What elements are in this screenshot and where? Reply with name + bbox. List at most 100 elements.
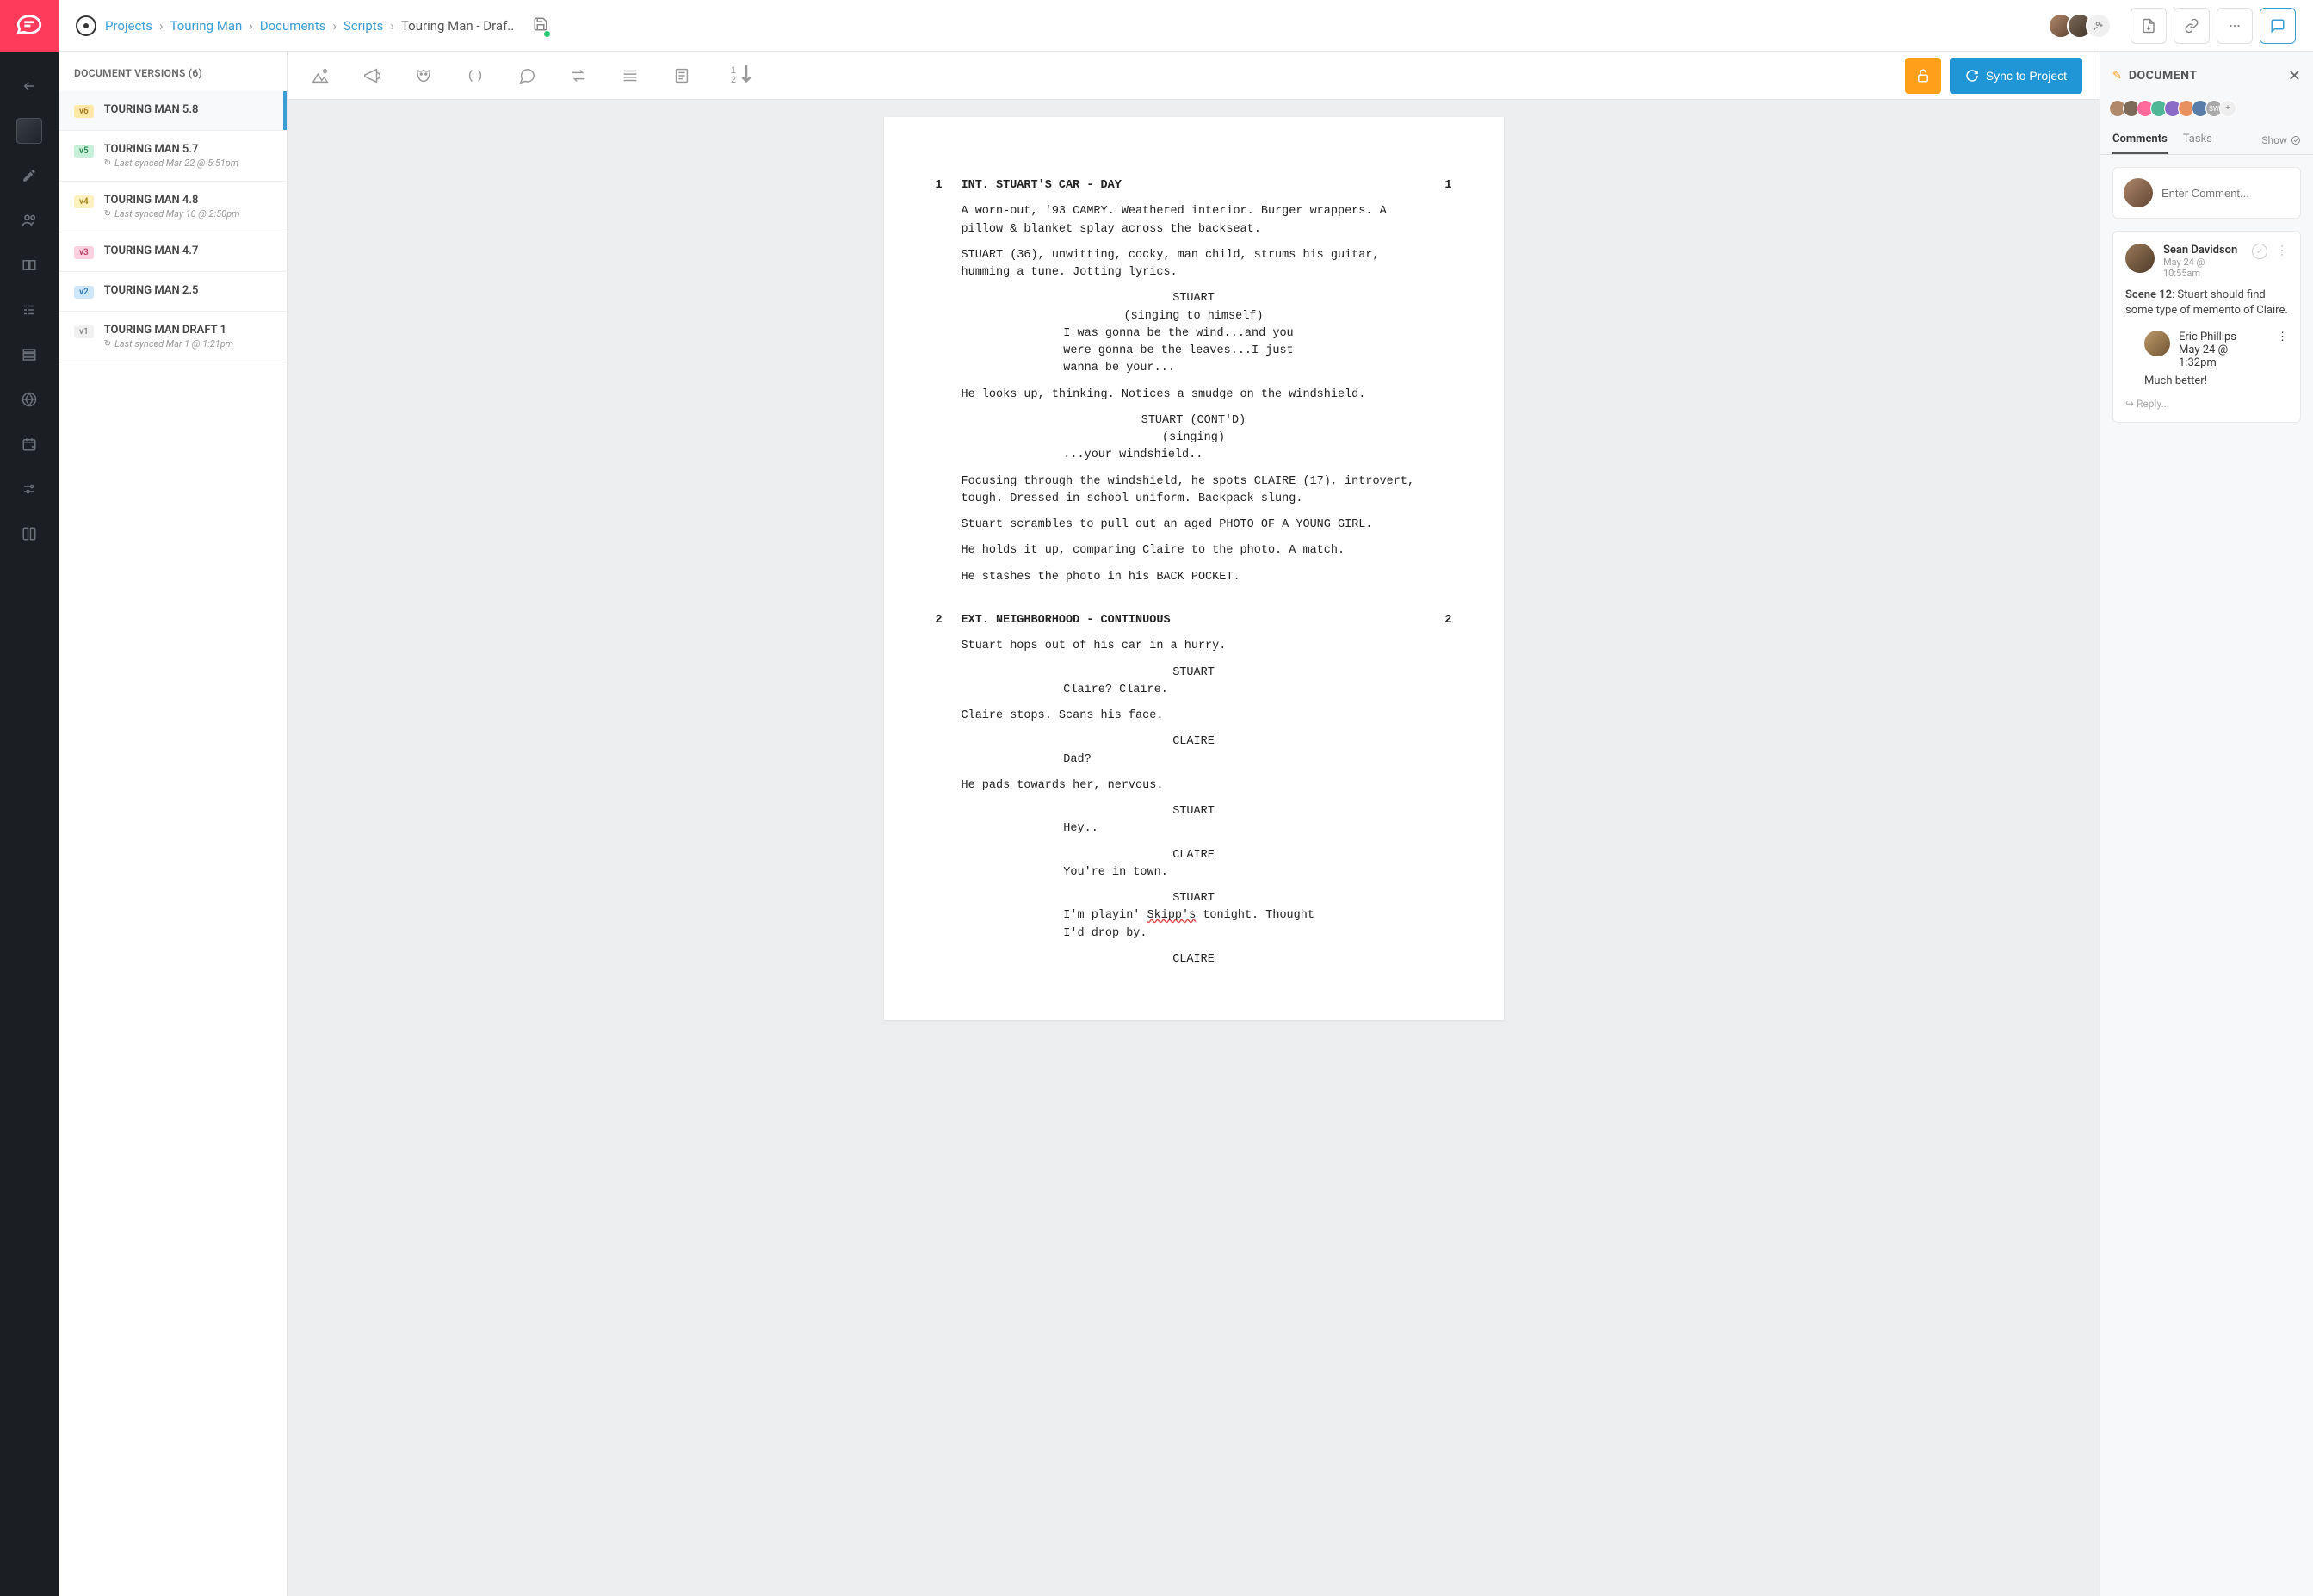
character-cue[interactable]: CLAIRE xyxy=(1054,847,1333,864)
action-text[interactable]: He holds it up, comparing Claire to the … xyxy=(962,542,1426,560)
breadcrumb-link[interactable]: Projects xyxy=(105,18,152,34)
lock-button[interactable] xyxy=(1905,58,1941,94)
scene-heading[interactable]: EXT. NEIGHBORHOOD - CONTINUOUS xyxy=(962,612,1426,629)
action-text[interactable]: Stuart hops out of his car in a hurry. xyxy=(962,638,1426,655)
export-button[interactable] xyxy=(2131,8,2167,44)
character-cue[interactable]: STUART xyxy=(1054,290,1333,307)
version-sync-info: Last synced May 10 @ 2:50pm xyxy=(104,208,271,220)
dialogue[interactable]: I was gonna be the wind...and you were g… xyxy=(1063,325,1323,378)
version-item[interactable]: v6 TOURING MAN 5.8 xyxy=(59,91,287,131)
collaborator-strip: SW+ xyxy=(2100,100,2313,126)
rail-project-thumb[interactable] xyxy=(12,114,46,148)
tool-scene-image-icon[interactable] xyxy=(305,60,336,91)
tab-tasks[interactable]: Tasks xyxy=(2183,126,2212,154)
comment-body: Scene 12: Stuart should find some type o… xyxy=(2125,288,2288,319)
tool-announce-icon[interactable] xyxy=(356,60,387,91)
version-title: TOURING MAN 2.5 xyxy=(104,284,271,297)
comment-menu-icon[interactable]: ⋮ xyxy=(2276,244,2288,257)
character-cue[interactable]: STUART xyxy=(1054,803,1333,820)
version-badge: v2 xyxy=(74,286,94,299)
dialogue[interactable]: I'm playin' Skipp's tonight. Thought I'd… xyxy=(1063,907,1323,943)
action-text[interactable]: Stuart scrambles to pull out an aged PHO… xyxy=(962,517,1426,534)
rail-sliders-icon[interactable] xyxy=(12,472,46,506)
close-icon[interactable]: ✕ xyxy=(2288,67,2301,85)
rail-list-icon[interactable] xyxy=(12,293,46,327)
rail-rows-icon[interactable] xyxy=(12,337,46,372)
parenthetical[interactable]: (singing to himself) xyxy=(1078,308,1310,325)
tool-dialogue-icon[interactable] xyxy=(511,60,542,91)
version-title: TOURING MAN 4.7 xyxy=(104,244,271,257)
script-page[interactable]: 1 INT. STUART'S CAR - DAY 1A worn-out, '… xyxy=(884,117,1504,1020)
reply-menu-icon[interactable]: ⋮ xyxy=(2277,331,2288,343)
version-item[interactable]: v3 TOURING MAN 4.7 xyxy=(59,232,287,272)
dialogue[interactable]: Claire? Claire. xyxy=(1063,682,1323,699)
avatar xyxy=(2144,331,2170,356)
version-item[interactable]: v2 TOURING MAN 2.5 xyxy=(59,272,287,312)
version-title: TOURING MAN 4.8 xyxy=(104,194,271,207)
rail-edit-icon[interactable] xyxy=(12,158,46,193)
scene-number: 2 xyxy=(936,612,962,629)
link-button[interactable] xyxy=(2174,8,2210,44)
rail-back-icon[interactable] xyxy=(12,69,46,103)
version-badge: v1 xyxy=(74,325,94,338)
tool-scene-numbers-icon[interactable]: 12 xyxy=(718,60,749,91)
reply-body: Much better! xyxy=(2144,374,2288,387)
rail-team-icon[interactable] xyxy=(12,203,46,238)
action-text[interactable]: Focusing through the windshield, he spot… xyxy=(962,473,1426,509)
dialogue[interactable]: Dad? xyxy=(1063,752,1323,769)
rail-calendar-icon[interactable] xyxy=(12,427,46,461)
version-item[interactable]: v4 TOURING MAN 4.8 Last synced May 10 @ … xyxy=(59,182,287,232)
version-badge: v6 xyxy=(74,105,94,118)
action-text[interactable]: A worn-out, '93 CAMRY. Weathered interio… xyxy=(962,203,1426,238)
dialogue[interactable]: ...your windshield.. xyxy=(1063,447,1323,464)
add-collaborator-icon[interactable]: + xyxy=(2219,100,2236,117)
comments-toggle-button[interactable] xyxy=(2260,8,2296,44)
resolve-button[interactable]: ✓ xyxy=(2252,244,2267,259)
add-collaborator-button[interactable] xyxy=(2086,13,2112,39)
panel-title: DOCUMENT xyxy=(2129,69,2281,83)
character-cue[interactable]: CLAIRE xyxy=(1054,733,1333,751)
dialogue[interactable]: You're in town. xyxy=(1063,864,1323,882)
version-item[interactable]: v5 TOURING MAN 5.7 Last synced Mar 22 @ … xyxy=(59,131,287,182)
comment-input[interactable] xyxy=(2112,167,2301,219)
scene-heading[interactable]: INT. STUART'S CAR - DAY xyxy=(962,177,1426,195)
breadcrumb-link[interactable]: Documents xyxy=(260,18,326,34)
version-item[interactable]: v1 TOURING MAN DRAFT 1 Last synced Mar 1… xyxy=(59,312,287,362)
action-text[interactable]: He pads towards her, nervous. xyxy=(962,777,1426,795)
action-text[interactable]: He looks up, thinking. Notices a smudge … xyxy=(962,387,1426,404)
character-cue[interactable]: STUART (CONT'D) xyxy=(1054,412,1333,430)
tab-comments[interactable]: Comments xyxy=(2112,126,2168,154)
action-text[interactable]: He stashes the photo in his BACK POCKET. xyxy=(962,569,1426,586)
comment-text-field[interactable] xyxy=(2161,187,2313,200)
sync-to-project-button[interactable]: Sync to Project xyxy=(1950,58,2082,94)
breadcrumb: Projects› Touring Man› Documents› Script… xyxy=(105,18,514,34)
character-cue[interactable]: STUART xyxy=(1054,890,1333,907)
rail-aperture-icon[interactable] xyxy=(12,382,46,417)
more-button[interactable] xyxy=(2217,8,2253,44)
rail-book-icon[interactable] xyxy=(12,517,46,551)
comments-panel: ✎ DOCUMENT ✕ SW+ Comments Tasks Show xyxy=(2100,52,2313,1596)
save-status-icon xyxy=(533,16,548,35)
comment-thread: Sean Davidson May 24 @ 10:55am ✓ ⋮ Scene… xyxy=(2112,231,2301,423)
dialogue[interactable]: Hey.. xyxy=(1063,820,1323,838)
app-logo[interactable] xyxy=(0,0,59,52)
tool-parenthetical-icon[interactable] xyxy=(460,60,491,91)
breadcrumb-link[interactable]: Touring Man xyxy=(170,18,243,34)
character-cue[interactable]: CLAIRE xyxy=(1054,951,1333,968)
comment-reply: Eric Phillips May 24 @ 1:32pm ⋮ Much bet… xyxy=(2125,331,2288,387)
version-title: TOURING MAN DRAFT 1 xyxy=(104,324,271,337)
reply-input[interactable]: Reply... xyxy=(2125,398,2288,410)
action-text[interactable]: STUART (36), unwitting, cocky, man child… xyxy=(962,247,1426,282)
parenthetical[interactable]: (singing) xyxy=(1078,430,1310,447)
show-filter[interactable]: Show xyxy=(2261,134,2301,146)
tool-note-icon[interactable] xyxy=(666,60,697,91)
tool-mask-icon[interactable] xyxy=(408,60,439,91)
reply-timestamp: May 24 @ 1:32pm xyxy=(2179,343,2268,369)
tool-transition-icon[interactable] xyxy=(563,60,594,91)
action-text[interactable]: Claire stops. Scans his face. xyxy=(962,708,1426,725)
character-cue[interactable]: STUART xyxy=(1054,665,1333,682)
versions-panel: DOCUMENT VERSIONS (6) v6 TOURING MAN 5.8… xyxy=(59,52,288,1596)
rail-cards-icon[interactable] xyxy=(12,248,46,282)
breadcrumb-link[interactable]: Scripts xyxy=(343,18,384,34)
tool-lines-icon[interactable] xyxy=(615,60,646,91)
